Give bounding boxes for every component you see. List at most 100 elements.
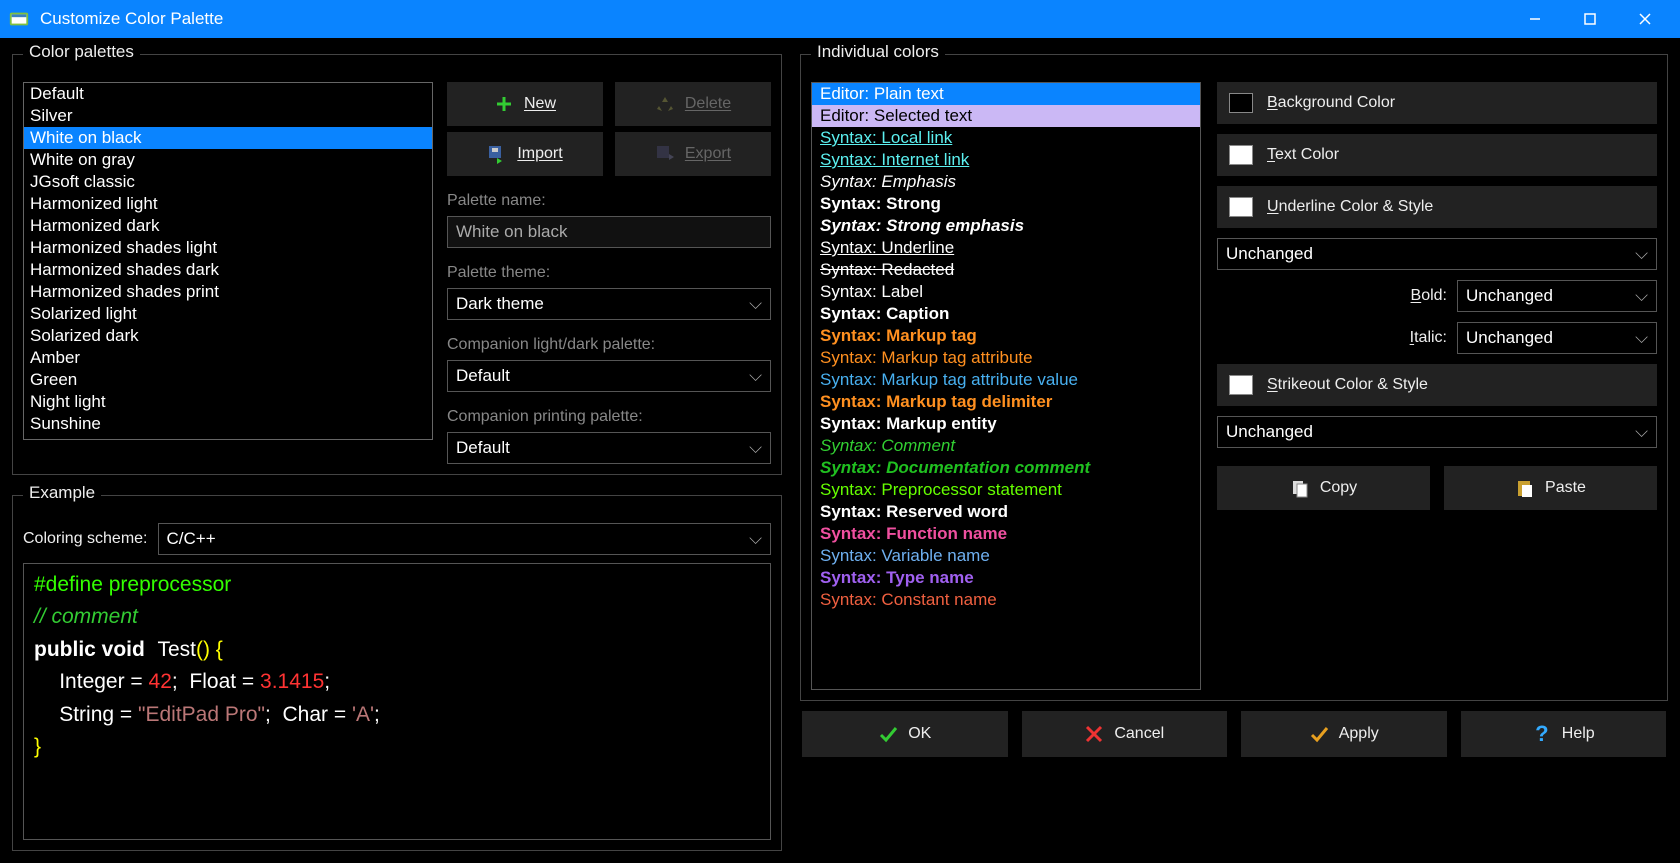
palette-name-label: Palette name: [447, 192, 771, 210]
color-item[interactable]: Syntax: Reserved word [812, 501, 1200, 523]
x-icon [1084, 724, 1104, 744]
italic-select[interactable]: Unchanged⌵ [1457, 322, 1657, 354]
copy-icon [1290, 478, 1310, 498]
palette-item[interactable]: Solarized light [24, 303, 432, 325]
palette-item[interactable]: Sunshine [24, 413, 432, 435]
text-color-button[interactable]: Text Color [1217, 134, 1657, 176]
palette-item[interactable]: Night light [24, 391, 432, 413]
color-item[interactable]: Syntax: Constant name [812, 589, 1200, 611]
palette-item[interactable]: Harmonized shades light [24, 237, 432, 259]
companion-palette-select[interactable]: Default⌵ [447, 360, 771, 392]
chevron-down-icon: ⌵ [1635, 286, 1648, 306]
strikeout-color-button[interactable]: Strikeout Color & Style [1217, 364, 1657, 406]
export-icon [655, 144, 675, 164]
copy-button[interactable]: Copy [1217, 466, 1430, 510]
palette-item[interactable]: Harmonized light [24, 193, 432, 215]
minimize-button[interactable] [1507, 0, 1562, 38]
color-item[interactable]: Syntax: Emphasis [812, 171, 1200, 193]
color-item[interactable]: Syntax: Markup tag delimiter [812, 391, 1200, 413]
chevron-down-icon: ⌵ [749, 366, 762, 386]
chevron-down-icon: ⌵ [749, 294, 762, 314]
apply-button[interactable]: Apply [1241, 711, 1447, 757]
color-item[interactable]: Syntax: Markup tag attribute [812, 347, 1200, 369]
color-item[interactable]: Syntax: Local link [812, 127, 1200, 149]
color-item[interactable]: Syntax: Strong [812, 193, 1200, 215]
paste-button[interactable]: Paste [1444, 466, 1657, 510]
color-item[interactable]: Syntax: Label [812, 281, 1200, 303]
palette-item[interactable]: Amber [24, 347, 432, 369]
color-item[interactable]: Syntax: Caption [812, 303, 1200, 325]
color-item[interactable]: Syntax: Type name [812, 567, 1200, 589]
chevron-down-icon: ⌵ [749, 529, 762, 549]
color-item[interactable]: Syntax: Documentation comment [812, 457, 1200, 479]
color-palettes-legend: Color palettes [23, 42, 140, 62]
maximize-button[interactable] [1562, 0, 1617, 38]
text-label: Text Color [1267, 146, 1339, 164]
title-bar: Customize Color Palette [0, 0, 1680, 38]
palette-item[interactable]: White on gray [24, 149, 432, 171]
check-icon [878, 724, 898, 744]
palette-item[interactable]: JGsoft classic [24, 171, 432, 193]
example-group: Example Coloring scheme: C/C++⌵ #define … [12, 485, 782, 851]
underline-label: Underline Color & Style [1267, 198, 1433, 216]
palette-theme-select[interactable]: Dark theme⌵ [447, 288, 771, 320]
color-list[interactable]: Editor: Plain textEditor: Selected textS… [811, 82, 1201, 690]
ok-button[interactable]: OK [802, 711, 1008, 757]
chevron-down-icon: ⌵ [749, 438, 762, 458]
palette-item[interactable]: Green [24, 369, 432, 391]
palette-item[interactable]: Silver [24, 105, 432, 127]
import-icon [487, 144, 507, 164]
color-item[interactable]: Syntax: Internet link [812, 149, 1200, 171]
palette-item[interactable]: Log cabin [24, 435, 432, 440]
strikeout-style-select[interactable]: Unchanged⌵ [1217, 416, 1657, 448]
color-item[interactable]: Syntax: Redacted [812, 259, 1200, 281]
color-item[interactable]: Syntax: Variable name [812, 545, 1200, 567]
close-button[interactable] [1617, 0, 1672, 38]
palette-item[interactable]: Default [24, 83, 432, 105]
italic-label: Italic: [1410, 329, 1447, 347]
underline-color-button[interactable]: Underline Color & Style [1217, 186, 1657, 228]
color-item[interactable]: Syntax: Markup tag attribute value [812, 369, 1200, 391]
palette-item[interactable]: Harmonized shades print [24, 281, 432, 303]
palette-item[interactable]: White on black [24, 127, 432, 149]
color-item[interactable]: Syntax: Underline [812, 237, 1200, 259]
cancel-button[interactable]: Cancel [1022, 711, 1228, 757]
dialog-buttons: OK Cancel Apply ? Help [800, 711, 1668, 757]
cancel-label: Cancel [1114, 725, 1164, 743]
color-item[interactable]: Editor: Plain text [812, 83, 1200, 105]
color-item[interactable]: Syntax: Comment [812, 435, 1200, 457]
background-color-button[interactable]: Background Color [1217, 82, 1657, 124]
color-item[interactable]: Syntax: Preprocessor statement [812, 479, 1200, 501]
example-legend: Example [23, 483, 101, 503]
plus-icon [494, 94, 514, 114]
import-button[interactable]: Import [447, 132, 603, 176]
palette-name-input[interactable] [447, 216, 771, 248]
palette-item[interactable]: Solarized dark [24, 325, 432, 347]
paste-label: Paste [1545, 479, 1586, 497]
palette-theme-label: Palette theme: [447, 264, 771, 282]
palette-item[interactable]: Harmonized dark [24, 215, 432, 237]
export-label: Export [685, 145, 731, 163]
paste-icon [1515, 478, 1535, 498]
bold-select[interactable]: Unchanged⌵ [1457, 280, 1657, 312]
chevron-down-icon: ⌵ [1635, 422, 1648, 442]
palette-listbox[interactable]: DefaultSilverWhite on blackWhite on gray… [23, 82, 433, 440]
new-button[interactable]: New [447, 82, 603, 126]
color-item[interactable]: Syntax: Markup tag [812, 325, 1200, 347]
window-title: Customize Color Palette [40, 9, 1507, 29]
color-item[interactable]: Syntax: Function name [812, 523, 1200, 545]
color-item[interactable]: Editor: Selected text [812, 105, 1200, 127]
coloring-scheme-select[interactable]: C/C++⌵ [158, 523, 772, 555]
help-button[interactable]: ? Help [1461, 711, 1667, 757]
underline-style-select[interactable]: Unchanged⌵ [1217, 238, 1657, 270]
bg-label: Background Color [1267, 94, 1395, 112]
recycle-icon [655, 94, 675, 114]
color-item[interactable]: Syntax: Strong emphasis [812, 215, 1200, 237]
palette-item[interactable]: Harmonized shades dark [24, 259, 432, 281]
apply-label: Apply [1339, 725, 1379, 743]
printing-palette-select[interactable]: Default⌵ [447, 432, 771, 464]
check-icon [1309, 724, 1329, 744]
individual-colors-group: Individual colors Editor: Plain textEdit… [800, 44, 1668, 701]
printing-palette-label: Companion printing palette: [447, 408, 771, 426]
color-item[interactable]: Syntax: Markup entity [812, 413, 1200, 435]
